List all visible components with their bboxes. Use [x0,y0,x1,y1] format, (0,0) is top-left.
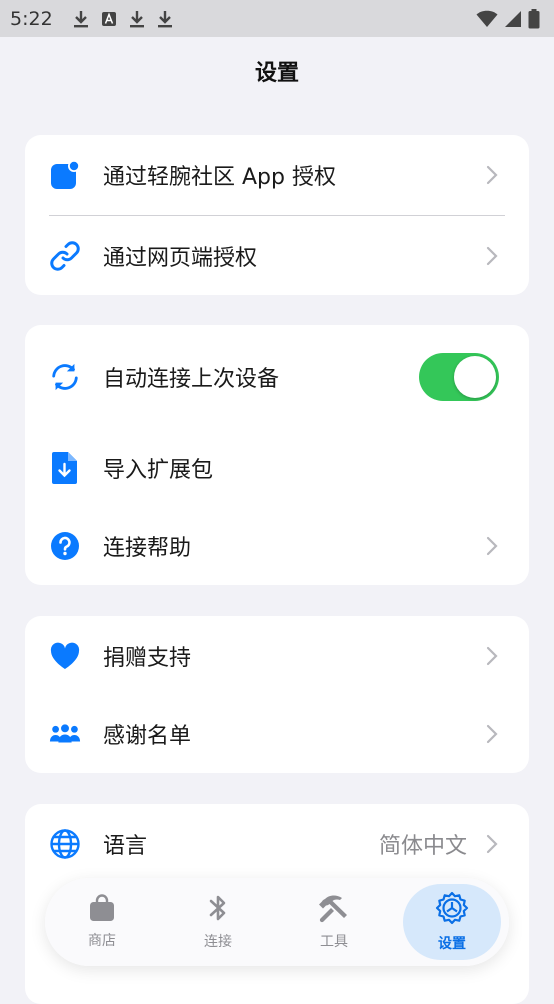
app-badge-icon [49,159,81,191]
auto-connect-label: 自动连接上次设备 [103,367,280,392]
support-card: 捐赠支持 感谢名单 [25,616,529,773]
language-label: 语言 [103,834,148,859]
language-row[interactable]: 语言 简体中文 [25,804,529,884]
globe-icon [49,828,81,860]
chevron-right-icon [486,165,498,185]
tab-store-label: 商店 [88,933,116,949]
chevron-right-icon [486,834,498,854]
signal-icon [504,10,522,28]
chevron-right-icon [486,646,498,666]
language-value: 简体中文 [378,834,467,859]
tab-bar: 商店 连接 工具 设置 [45,878,509,966]
auth-card: 通过轻腕社区 App 授权 通过网页端授权 [25,135,529,295]
tab-store[interactable]: 商店 [53,884,151,960]
chevron-right-icon [486,536,498,556]
tab-settings-label: 设置 [438,936,466,952]
hammer-icon [317,893,351,927]
download-icon [73,10,89,28]
donate-row[interactable]: 捐赠支持 [25,616,529,696]
import-label: 导入扩展包 [103,458,214,483]
web-auth-row[interactable]: 通过网页端授权 [25,216,529,295]
gear-icon [435,891,469,929]
heart-icon [49,640,81,672]
download-icon [157,10,173,28]
web-auth-label: 通过网页端授权 [103,245,258,271]
link-icon [49,240,81,272]
page-title: 设置 [254,61,299,86]
toggle-knob [454,356,496,398]
thanks-row[interactable]: 感谢名单 [25,694,529,774]
tab-connect[interactable]: 连接 [169,884,267,960]
people-icon [49,718,81,750]
battery-icon [528,8,540,29]
chevron-right-icon [486,246,498,265]
bag-icon [88,894,116,926]
app-auth-label: 通过轻腕社区 App 授权 [103,165,336,190]
auto-connect-toggle[interactable] [419,353,499,401]
download-icon [129,10,145,28]
wifi-icon [476,10,498,28]
connect-card: 自动连接上次设备 导入扩展包 连接帮助 [25,325,529,585]
tab-connect-label: 连接 [204,934,232,950]
tab-tools[interactable]: 工具 [285,884,383,960]
text-app-icon [101,11,117,27]
auto-connect-row: 自动连接上次设备 [25,337,529,417]
bluetooth-icon [206,893,230,927]
status-time: 5:22 [10,7,53,30]
tab-tools-label: 工具 [320,934,348,950]
help-row[interactable]: 连接帮助 [25,506,529,586]
file-import-icon [49,452,81,484]
thanks-label: 感谢名单 [103,724,192,749]
donate-label: 捐赠支持 [103,646,192,671]
tab-settings[interactable]: 设置 [403,884,501,960]
question-circle-icon [49,530,81,562]
help-label: 连接帮助 [103,536,192,561]
app-auth-row[interactable]: 通过轻腕社区 App 授权 [25,135,529,215]
import-row[interactable]: 导入扩展包 [25,428,529,508]
status-bar: 5:22 [0,0,554,37]
sync-icon [49,361,81,393]
chevron-right-icon [486,724,498,744]
